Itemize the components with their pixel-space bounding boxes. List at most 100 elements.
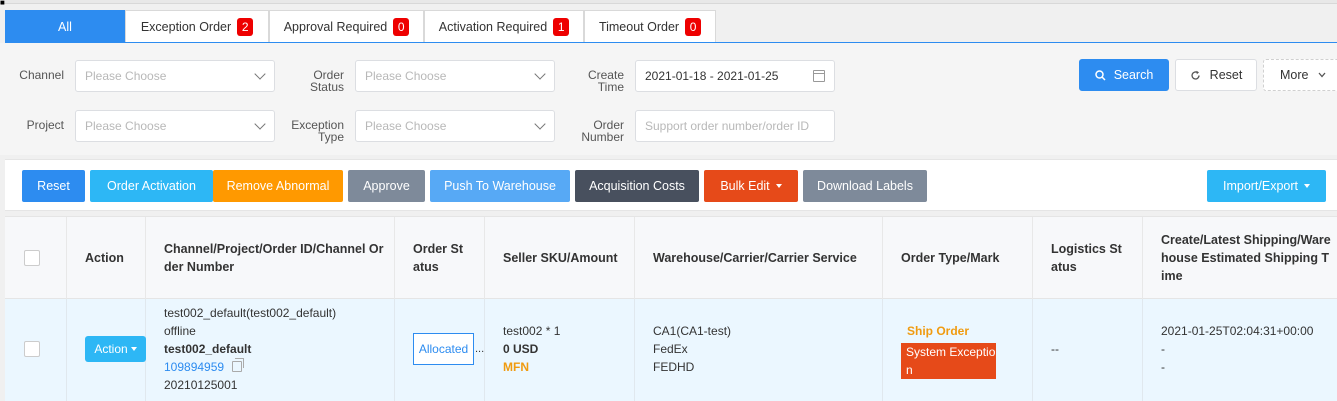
- tab-activation-required[interactable]: Activation Required 1: [424, 10, 584, 43]
- channel-label: Channel: [19, 68, 64, 82]
- row-select-cell: [5, 299, 67, 401]
- tab-timeout-order[interactable]: Timeout Order 0: [584, 10, 716, 43]
- window-mini-icon: ■: [0, 0, 5, 7]
- reset-label: Reset: [1209, 68, 1243, 82]
- order-number-input[interactable]: Support order number/order ID: [635, 110, 835, 142]
- exception-type-label-2: Type: [317, 130, 344, 144]
- tab-all[interactable]: All: [5, 10, 125, 43]
- order-id-line: 109894959: [164, 358, 245, 376]
- action-label: Action: [94, 342, 128, 356]
- mark-line-2: n: [906, 363, 913, 377]
- action-toolbar: Reset Order Activation Remove Abnormal A…: [5, 159, 1337, 211]
- header-label: Seller SKU/Amount: [503, 251, 618, 265]
- bulk-edit-label: Bulk Edit: [720, 179, 770, 193]
- reset-filters-button[interactable]: Reset: [1175, 59, 1257, 91]
- order-id-link[interactable]: 109894959: [164, 360, 224, 374]
- select-placeholder: Please Choose: [365, 69, 447, 83]
- row-order-type-cell: Ship Order System Exceptio n: [883, 299, 1033, 401]
- more-filters-button[interactable]: More: [1263, 59, 1337, 91]
- project-name: test002_default: [164, 342, 252, 356]
- order-number-label-2: Number: [581, 130, 624, 144]
- header-label: Warehouse/Carrier/Carrier Service: [653, 251, 857, 265]
- table-header: Action Channel/Project/Order ID/Channel …: [5, 217, 1337, 299]
- header-create-time: Create/Latest Shipping/Ware house Estimat…: [1143, 217, 1337, 299]
- caret-down-icon: [1304, 184, 1311, 188]
- row-logistics-cell: --: [1033, 299, 1143, 401]
- header-order-status: Order St atus: [395, 217, 485, 299]
- warehouse: CA1(CA1-test): [653, 324, 732, 338]
- header-label: Order Type/Mark: [901, 251, 1000, 265]
- header-channel: Channel/Project/Order ID/Channel Or der N…: [146, 217, 395, 299]
- header-label-line-2: der Number: [164, 260, 235, 274]
- logistics-status: --: [1051, 342, 1059, 356]
- push-to-warehouse-button[interactable]: Push To Warehouse: [430, 170, 570, 202]
- header-order-type: Order Type/Mark: [883, 217, 1033, 299]
- exception-type-select[interactable]: Please Choose: [355, 110, 555, 142]
- chevron-down-icon: [254, 68, 266, 80]
- tab-label: Timeout Order: [598, 20, 680, 34]
- select-all-checkbox[interactable]: [24, 250, 40, 266]
- order-activation-button[interactable]: Order Activation: [90, 170, 213, 202]
- project-select[interactable]: Please Choose: [75, 110, 275, 142]
- header-label-line-2: house Estimated Shipping T: [1161, 251, 1330, 265]
- bulk-edit-button[interactable]: Bulk Edit: [704, 170, 798, 202]
- row-checkbox[interactable]: [24, 341, 40, 357]
- exception-mark-tag: System Exceptio n: [901, 343, 996, 379]
- remove-abnormal-button[interactable]: Remove Abnormal: [213, 170, 343, 202]
- fulfillment-type: MFN: [503, 360, 529, 374]
- chevron-down-icon: [534, 68, 546, 80]
- row-action-cell: Action: [67, 299, 146, 401]
- order-status-select[interactable]: Please Choose: [355, 60, 555, 92]
- more-label: More: [1280, 68, 1309, 82]
- status-more: ...: [475, 343, 485, 355]
- tab-label: Approval Required: [283, 20, 388, 34]
- import-export-label: Import/Export: [1222, 179, 1299, 193]
- row-channel-cell: test002_default(test002_default) offline…: [146, 299, 395, 401]
- mark-line-1: System Exceptio: [906, 345, 996, 359]
- approve-button[interactable]: Approve: [348, 170, 425, 202]
- row-sku-cell: test002 * 1 0 USD MFN: [485, 299, 635, 401]
- carrier: FedEx: [653, 342, 688, 356]
- estimated-shipping-time: -: [1161, 360, 1165, 374]
- order-status-tag[interactable]: Allocated: [413, 333, 474, 365]
- search-button[interactable]: Search: [1079, 59, 1169, 91]
- row-action-button[interactable]: Action: [85, 336, 146, 362]
- refresh-icon: [1191, 70, 1200, 80]
- copy-icon[interactable]: [232, 358, 245, 372]
- chevron-down-icon: [534, 118, 546, 130]
- tab-exception-order[interactable]: Exception Order 2: [125, 10, 269, 43]
- seller-sku: test002 * 1: [503, 324, 561, 338]
- tab-approval-required[interactable]: Approval Required 0: [269, 10, 424, 43]
- create-time-range-input[interactable]: 2021-01-18 - 2021-01-25: [635, 60, 835, 92]
- caret-down-icon: [130, 347, 137, 351]
- chevron-down-icon: [1318, 72, 1326, 78]
- filter-panel: Channel Please Choose Order Status Pleas…: [0, 43, 1337, 155]
- acquisition-costs-button[interactable]: Acquisition Costs: [575, 170, 699, 202]
- table-row: Action test002_default(test002_default) …: [5, 299, 1337, 401]
- date-range-value: 2021-01-18 - 2021-01-25: [645, 69, 779, 83]
- tab-label: Activation Required: [438, 20, 548, 34]
- import-export-button[interactable]: Import/Export: [1207, 170, 1326, 202]
- select-all-cell: [5, 217, 67, 299]
- header-logistics-status: Logistics St atus: [1033, 217, 1143, 299]
- header-warehouse: Warehouse/Carrier/Carrier Service: [635, 217, 883, 299]
- channel-project: test002_default(test002_default): [164, 306, 337, 320]
- carrier-service: FEDHD: [653, 360, 695, 374]
- window-top-bar: ■: [0, 0, 1337, 7]
- count-badge: 2: [237, 18, 254, 36]
- download-labels-button[interactable]: Download Labels: [803, 170, 927, 202]
- create-time-label-2: Time: [597, 80, 624, 94]
- search-icon: [1094, 69, 1106, 81]
- count-badge: 1: [553, 18, 570, 36]
- select-placeholder: Please Choose: [365, 119, 447, 133]
- order-type: Ship Order: [907, 324, 970, 338]
- channel-select[interactable]: Please Choose: [75, 60, 275, 92]
- orders-table: Action Channel/Project/Order ID/Channel …: [5, 216, 1337, 401]
- create-time: 2021-01-25T02:04:31+00:00: [1161, 324, 1314, 338]
- caret-down-icon: [775, 184, 782, 188]
- select-placeholder: Please Choose: [85, 119, 167, 133]
- reset-button[interactable]: Reset: [22, 170, 85, 202]
- header-seller-sku: Seller SKU/Amount: [485, 217, 635, 299]
- chevron-down-icon: [254, 118, 266, 130]
- header-label-line-1: Create/Latest Shipping/Ware: [1161, 233, 1331, 247]
